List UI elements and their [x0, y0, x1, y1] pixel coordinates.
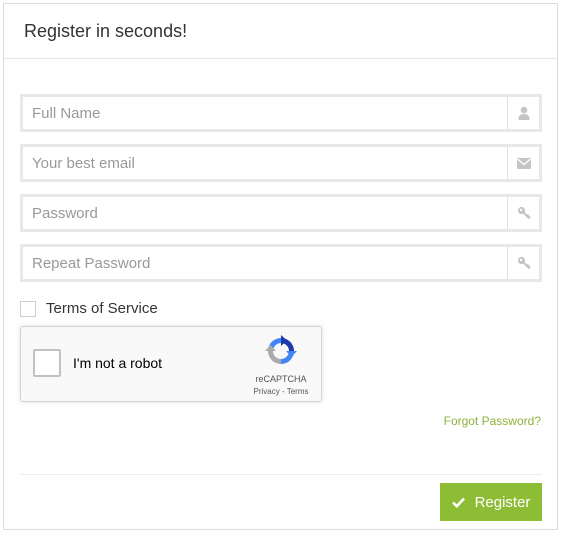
full-name-input[interactable] — [23, 97, 509, 129]
email-input[interactable] — [23, 147, 509, 179]
recaptcha-logo-icon — [265, 335, 297, 372]
envelope-icon — [507, 147, 539, 179]
recaptcha-privacy-terms[interactable]: Privacy - Terms — [243, 387, 319, 396]
forgot-password-link[interactable]: Forgot Password? — [444, 414, 541, 428]
terms-checkbox[interactable] — [20, 300, 36, 317]
register-button[interactable]: Register — [440, 483, 542, 521]
user-icon — [507, 97, 539, 129]
recaptcha-widget: I'm not a robot reCAPTCHA Privacy - Term… — [20, 326, 322, 402]
repeat-password-field[interactable] — [20, 244, 542, 282]
check-icon — [451, 497, 465, 508]
register-button-label: Register — [474, 493, 531, 511]
password-input[interactable] — [23, 197, 509, 229]
terms-of-service: Terms of Service — [20, 300, 158, 317]
full-name-field[interactable] — [20, 94, 542, 132]
terms-label[interactable]: Terms of Service — [46, 300, 158, 317]
repeat-password-input[interactable] — [23, 247, 509, 279]
register-panel: Register in seconds! Full Name Your best… — [3, 3, 558, 530]
footer-divider — [20, 474, 542, 475]
password-field[interactable] — [20, 194, 542, 232]
email-field[interactable] — [20, 144, 542, 182]
panel-title: Register in seconds! — [4, 4, 557, 59]
key-icon — [507, 247, 539, 279]
recaptcha-brand: reCAPTCHA — [255, 374, 307, 384]
recaptcha-label: I'm not a robot — [73, 355, 163, 371]
key-icon — [507, 197, 539, 229]
recaptcha-checkbox[interactable] — [33, 349, 61, 377]
